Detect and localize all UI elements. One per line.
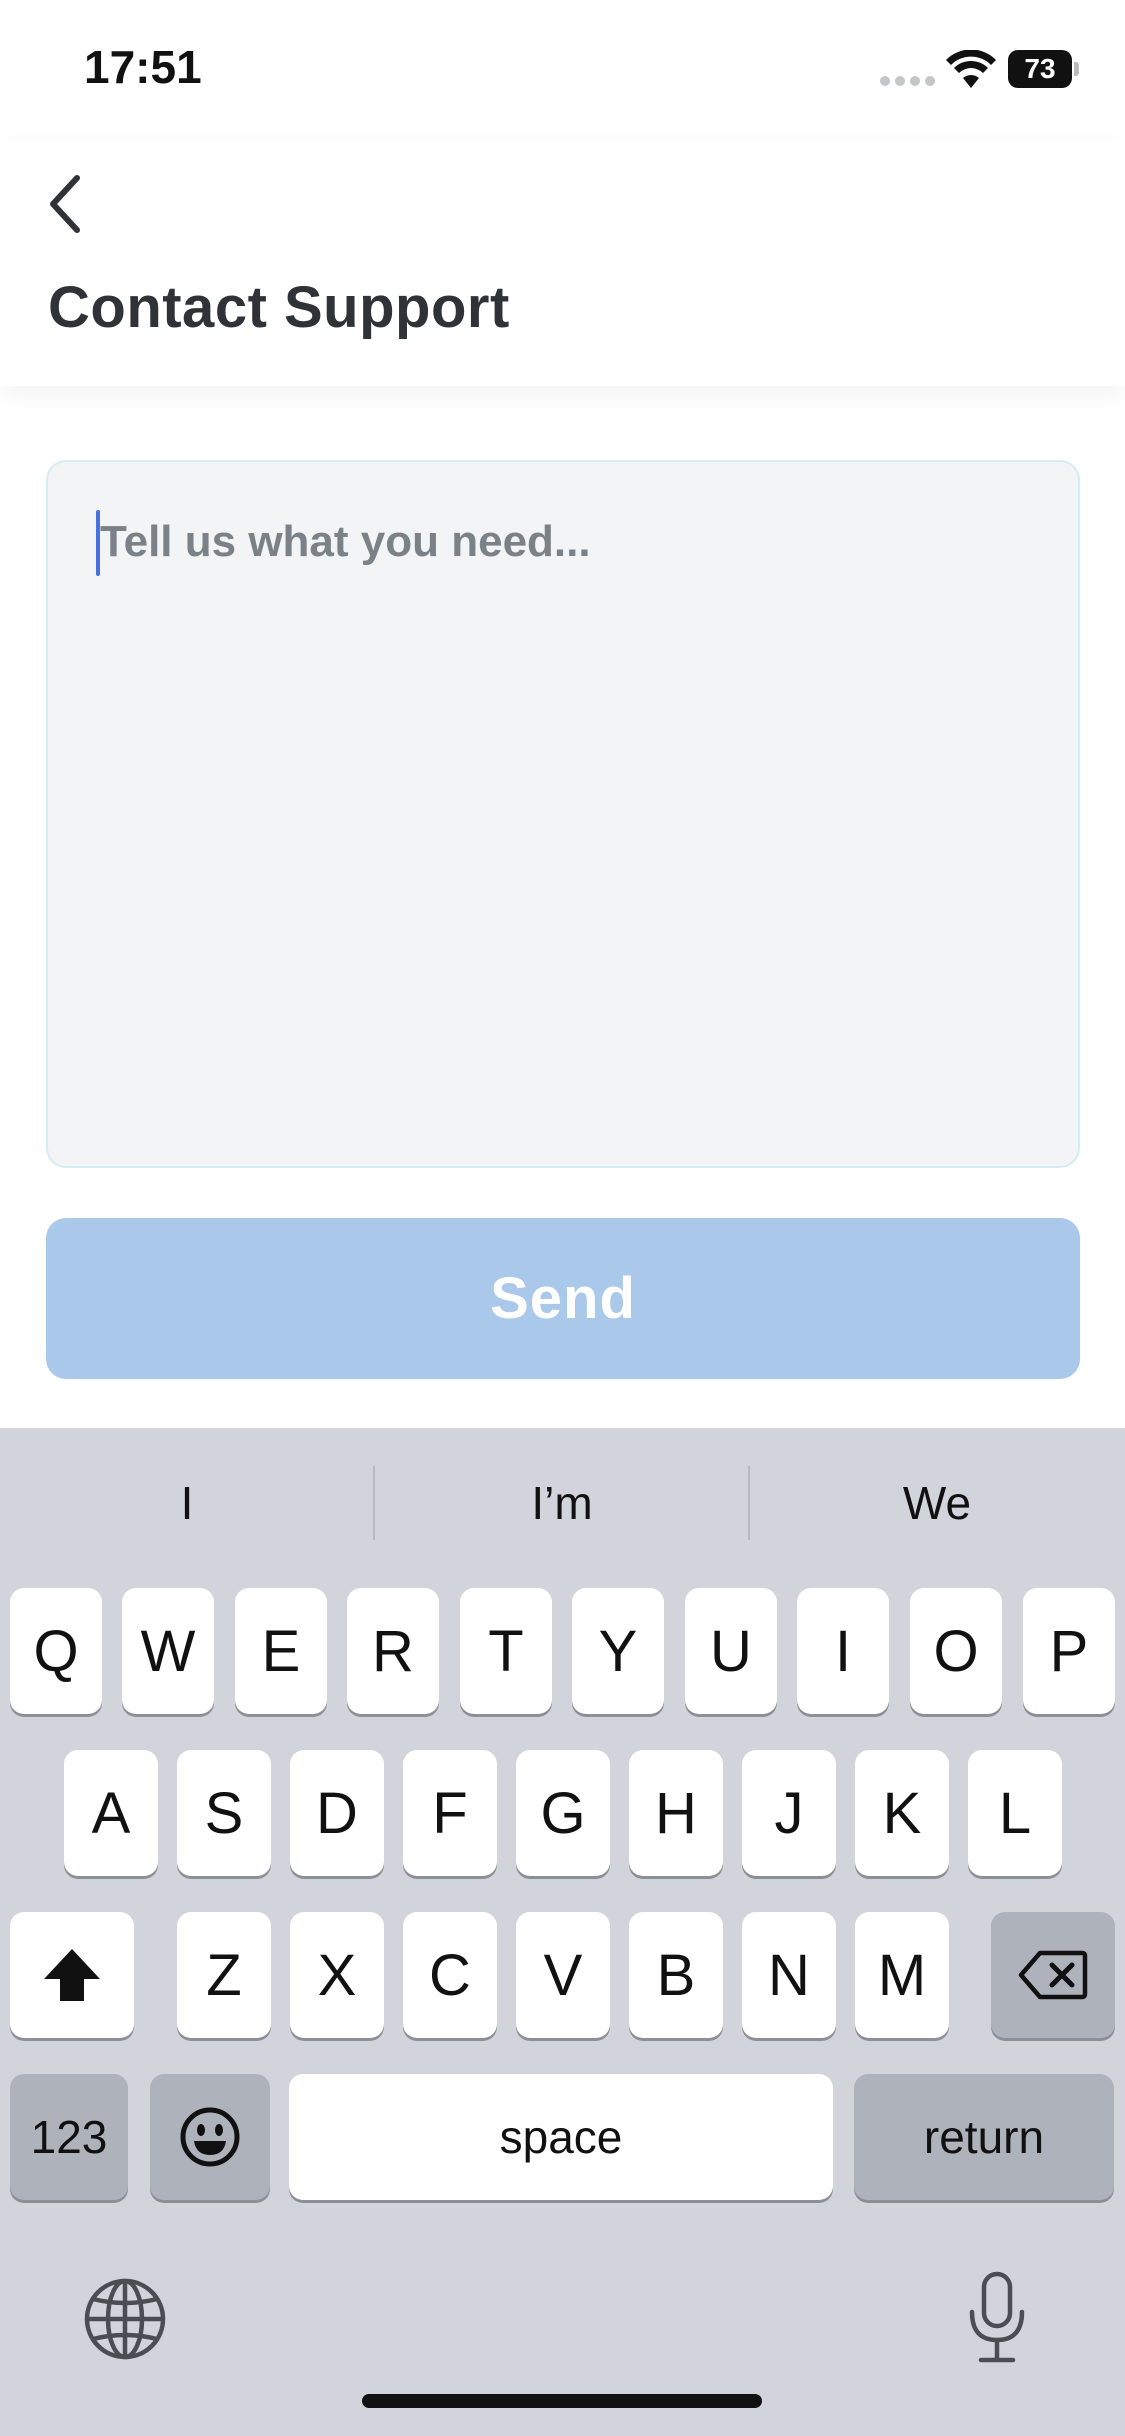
key-q[interactable]: Q <box>10 1588 102 1714</box>
message-textarea[interactable] <box>46 460 1080 1168</box>
key-e[interactable]: E <box>235 1588 327 1714</box>
back-button[interactable] <box>30 164 100 244</box>
space-key[interactable]: space <box>289 2074 833 2200</box>
suggestion-1[interactable]: I <box>0 1428 374 1578</box>
key-m[interactable]: M <box>855 1912 949 2038</box>
key-c[interactable]: C <box>403 1912 497 2038</box>
globe-icon <box>84 2278 166 2360</box>
home-indicator[interactable] <box>362 2394 762 2408</box>
backspace-icon <box>1018 1950 1088 2000</box>
key-u[interactable]: U <box>685 1588 777 1714</box>
key-f[interactable]: F <box>403 1750 497 1876</box>
suggestion-2[interactable]: I’m <box>375 1428 749 1578</box>
wifi-icon <box>946 50 996 88</box>
key-d[interactable]: D <box>290 1750 384 1876</box>
key-b[interactable]: B <box>629 1912 723 2038</box>
status-time: 17:51 <box>84 41 202 93</box>
shift-icon <box>44 1949 100 2001</box>
key-y[interactable]: Y <box>572 1588 664 1714</box>
suggestion-bar: I I’m We <box>0 1428 1125 1578</box>
header: Contact Support <box>0 140 1125 386</box>
page-title: Contact Support <box>48 275 510 340</box>
key-j[interactable]: J <box>742 1750 836 1876</box>
key-w[interactable]: W <box>122 1588 214 1714</box>
battery-level: 73 <box>1008 50 1072 88</box>
microphone-icon <box>969 2271 1025 2363</box>
key-r[interactable]: R <box>347 1588 439 1714</box>
key-h[interactable]: H <box>629 1750 723 1876</box>
status-bar: 17:51 73 <box>0 0 1125 140</box>
globe-button[interactable] <box>80 2274 170 2364</box>
dictation-button[interactable] <box>952 2268 1042 2368</box>
message-input[interactable] <box>100 512 1030 572</box>
key-g[interactable]: G <box>516 1750 610 1876</box>
key-a[interactable]: A <box>64 1750 158 1876</box>
chevron-left-icon <box>50 175 80 233</box>
send-button[interactable]: Send <box>46 1218 1080 1379</box>
cellular-signal-icon <box>880 76 936 86</box>
key-k[interactable]: K <box>855 1750 949 1876</box>
key-l[interactable]: L <box>968 1750 1062 1876</box>
key-z[interactable]: Z <box>177 1912 271 2038</box>
return-key[interactable]: return <box>854 2074 1114 2200</box>
key-o[interactable]: O <box>910 1588 1002 1714</box>
shift-key[interactable] <box>10 1912 134 2038</box>
battery-icon: 73 <box>1008 50 1079 88</box>
delete-key[interactable] <box>991 1912 1115 2038</box>
key-i[interactable]: I <box>797 1588 889 1714</box>
key-x[interactable]: X <box>290 1912 384 2038</box>
emoji-key[interactable] <box>150 2074 270 2200</box>
key-t[interactable]: T <box>460 1588 552 1714</box>
emoji-icon <box>180 2107 240 2167</box>
key-p[interactable]: P <box>1023 1588 1115 1714</box>
key-v[interactable]: V <box>516 1912 610 2038</box>
suggestion-3[interactable]: We <box>750 1428 1124 1578</box>
numbers-key[interactable]: 123 <box>10 2074 128 2200</box>
key-s[interactable]: S <box>177 1750 271 1876</box>
key-n[interactable]: N <box>742 1912 836 2038</box>
